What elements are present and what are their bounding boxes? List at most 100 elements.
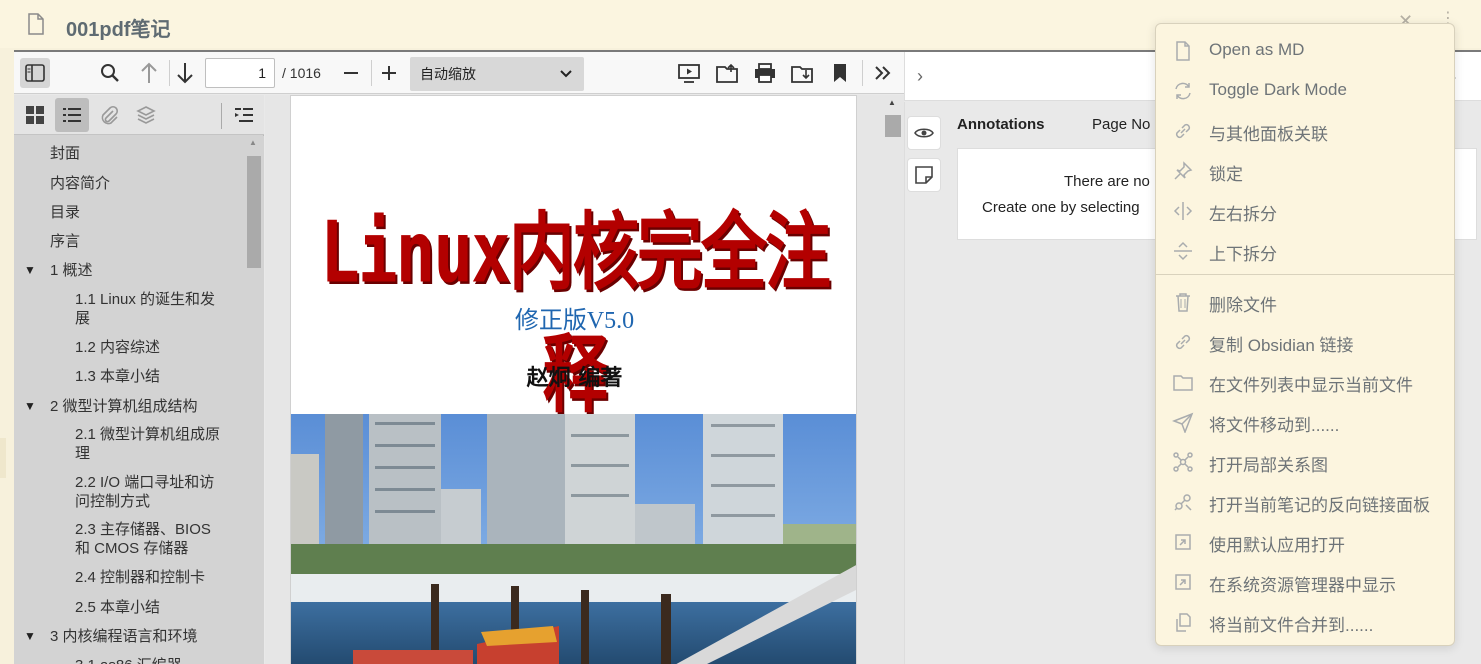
tab-attachments[interactable] bbox=[92, 98, 126, 132]
outline-item[interactable]: 封面 bbox=[50, 144, 80, 163]
page-scrollbar[interactable]: ▲ bbox=[882, 95, 904, 664]
menu-item-open-default-app[interactable]: 使用默认应用打开 bbox=[1156, 523, 1454, 559]
menu-item-split-down[interactable]: 上下拆分 bbox=[1156, 232, 1454, 268]
menu-item-label: 使用默认应用打开 bbox=[1209, 536, 1345, 555]
menu-item-toggle-dark-mode[interactable]: Toggle Dark Mode bbox=[1156, 72, 1454, 108]
note-title[interactable]: 001pdf笔记 bbox=[66, 13, 170, 42]
outline-item[interactable]: 2.1 微型计算机组成原 bbox=[75, 425, 220, 444]
menu-item-label: 在文件列表中显示当前文件 bbox=[1209, 376, 1413, 395]
menu-separator bbox=[1156, 274, 1454, 275]
bookmark-button[interactable] bbox=[825, 58, 855, 88]
outline-item[interactable]: 序言 bbox=[50, 232, 80, 251]
tab-thumbnails[interactable] bbox=[18, 98, 52, 132]
split-horizontal-icon bbox=[1174, 241, 1192, 261]
sticky-note-icon bbox=[915, 166, 933, 184]
refresh-icon bbox=[1175, 82, 1191, 100]
open-external-icon bbox=[1175, 574, 1191, 590]
trash-icon bbox=[1176, 293, 1190, 312]
document-outline: 封面 内容简介 目录 序言 ▼ 1 概述 1.1 Linux 的诞生和发 展 1.… bbox=[14, 136, 244, 664]
zoom-out-button[interactable] bbox=[336, 58, 366, 88]
outline-item-continued[interactable]: 理 bbox=[75, 444, 90, 463]
tab-outline[interactable] bbox=[55, 98, 89, 132]
print-button[interactable] bbox=[750, 58, 780, 88]
chevron-down-icon bbox=[560, 57, 572, 91]
zoom-select[interactable]: 自动缩放 bbox=[410, 57, 584, 91]
left-gutter bbox=[0, 48, 14, 664]
outline-item-continued[interactable]: 展 bbox=[75, 309, 90, 328]
download-button[interactable] bbox=[787, 58, 817, 88]
presentation-icon bbox=[678, 64, 700, 83]
zoom-in-button[interactable] bbox=[374, 58, 404, 88]
outline-item-label: 2 微型计算机组成结构 bbox=[50, 398, 198, 415]
split-vertical-icon bbox=[1173, 202, 1193, 220]
current-outline-item-button[interactable] bbox=[227, 98, 261, 132]
sidebar-tabs bbox=[14, 95, 264, 135]
book-edition: 修正版V5.0 bbox=[514, 308, 635, 334]
expanded-triangle-icon[interactable]: ▼ bbox=[24, 261, 36, 280]
more-tools-button[interactable] bbox=[868, 58, 898, 88]
outline-item[interactable]: ▼ 3 内核编程语言和环境 bbox=[24, 627, 198, 646]
menu-item-label: 在系统资源管理器中显示 bbox=[1209, 576, 1396, 595]
page-total: / 1016 bbox=[282, 65, 321, 81]
outline-item[interactable]: 1.1 Linux 的诞生和发 bbox=[75, 290, 215, 309]
outline-item[interactable]: 2.4 控制器和控制卡 bbox=[75, 568, 205, 587]
menu-item-link-panes[interactable]: 与其他面板关联 bbox=[1156, 112, 1454, 148]
outline-item[interactable]: 2.5 本章小结 bbox=[75, 598, 160, 617]
outline-item[interactable]: 3.1 as86 汇编器 bbox=[75, 656, 182, 664]
previous-page-button[interactable] bbox=[134, 58, 164, 88]
expanded-triangle-icon[interactable]: ▼ bbox=[24, 627, 36, 646]
outline-item[interactable]: 1.2 内容综述 bbox=[75, 338, 160, 357]
scroll-up-icon[interactable]: ▲ bbox=[888, 98, 896, 107]
next-page-button[interactable] bbox=[170, 58, 200, 88]
sidebar-toggle-button[interactable] bbox=[20, 58, 50, 88]
chevron-right-icon[interactable]: › bbox=[917, 66, 923, 87]
outline-item[interactable]: 内容简介 bbox=[50, 174, 110, 193]
presentation-mode-button[interactable] bbox=[674, 58, 704, 88]
grid-icon bbox=[26, 106, 44, 124]
zoom-label: 自动缩放 bbox=[420, 66, 476, 82]
menu-item-move-file[interactable]: 将文件移动到...... bbox=[1156, 403, 1454, 439]
menu-item-copy-obsidian-link[interactable]: 复制 Obsidian 链接 bbox=[1156, 323, 1454, 359]
search-button[interactable] bbox=[95, 58, 125, 88]
scroll-up-icon[interactable]: ▲ bbox=[249, 138, 257, 147]
outline-item[interactable]: 2.3 主存储器、BIOS bbox=[75, 520, 211, 539]
note-annotations-button[interactable] bbox=[907, 158, 941, 192]
outline-item[interactable]: 1.3 本章小结 bbox=[75, 367, 160, 386]
outline-scrollbar[interactable]: ▲ bbox=[244, 136, 264, 664]
open-file-button[interactable] bbox=[712, 58, 742, 88]
save-icon bbox=[791, 66, 813, 83]
view-annotations-button[interactable] bbox=[907, 116, 941, 150]
scrollbar-thumb[interactable] bbox=[885, 115, 901, 137]
outline-item[interactable]: ▼ 2 微型计算机组成结构 bbox=[24, 397, 198, 416]
menu-item-local-graph[interactable]: 打开局部关系图 bbox=[1156, 443, 1454, 479]
bookmark-icon bbox=[834, 64, 846, 82]
menu-item-delete-file[interactable]: 删除文件 bbox=[1156, 283, 1454, 319]
outline-item-continued[interactable]: 问控制方式 bbox=[75, 492, 150, 511]
menu-item-reveal-in-file-list[interactable]: 在文件列表中显示当前文件 bbox=[1156, 363, 1454, 399]
pdf-sidebar: 封面 内容简介 目录 序言 ▼ 1 概述 1.1 Linux 的诞生和发 展 1.… bbox=[14, 95, 264, 664]
tab-layers[interactable] bbox=[129, 98, 163, 132]
page-number-input[interactable]: 1 bbox=[205, 58, 275, 88]
folder-icon bbox=[1173, 375, 1193, 391]
outline-item-label: 1 概述 bbox=[50, 262, 93, 279]
menu-item-pin[interactable]: 锁定 bbox=[1156, 152, 1454, 188]
page-number-header: Page No bbox=[1092, 116, 1151, 133]
scrollbar-thumb[interactable] bbox=[247, 156, 261, 268]
menu-item-split-right[interactable]: 左右拆分 bbox=[1156, 192, 1454, 228]
plus-icon bbox=[382, 66, 396, 80]
open-external-icon bbox=[1175, 534, 1191, 550]
expanded-triangle-icon[interactable]: ▼ bbox=[24, 397, 36, 416]
menu-item-show-in-explorer[interactable]: 在系统资源管理器中显示 bbox=[1156, 563, 1454, 599]
outline-item[interactable]: 目录 bbox=[50, 203, 80, 222]
menu-item-merge-file[interactable]: 将当前文件合并到...... bbox=[1156, 603, 1454, 639]
outline-item[interactable]: ▼ 1 概述 bbox=[24, 261, 93, 280]
menu-item-open-as-md[interactable]: Open as MD bbox=[1156, 32, 1454, 68]
pdf-page: Linux内核完全注释 修正版V5.0 赵炯 编著 bbox=[290, 95, 857, 664]
cover-photo bbox=[291, 414, 856, 664]
menu-item-backlinks[interactable]: 打开当前笔记的反向链接面板 bbox=[1156, 483, 1454, 519]
pin-icon bbox=[1174, 161, 1193, 180]
menu-item-label: Open as MD bbox=[1209, 40, 1305, 59]
outline-item[interactable]: 2.2 I/O 端口寻址和访 bbox=[75, 473, 214, 492]
backlink-icon bbox=[1174, 494, 1192, 511]
outline-item-continued[interactable]: 和 CMOS 存储器 bbox=[75, 539, 188, 558]
